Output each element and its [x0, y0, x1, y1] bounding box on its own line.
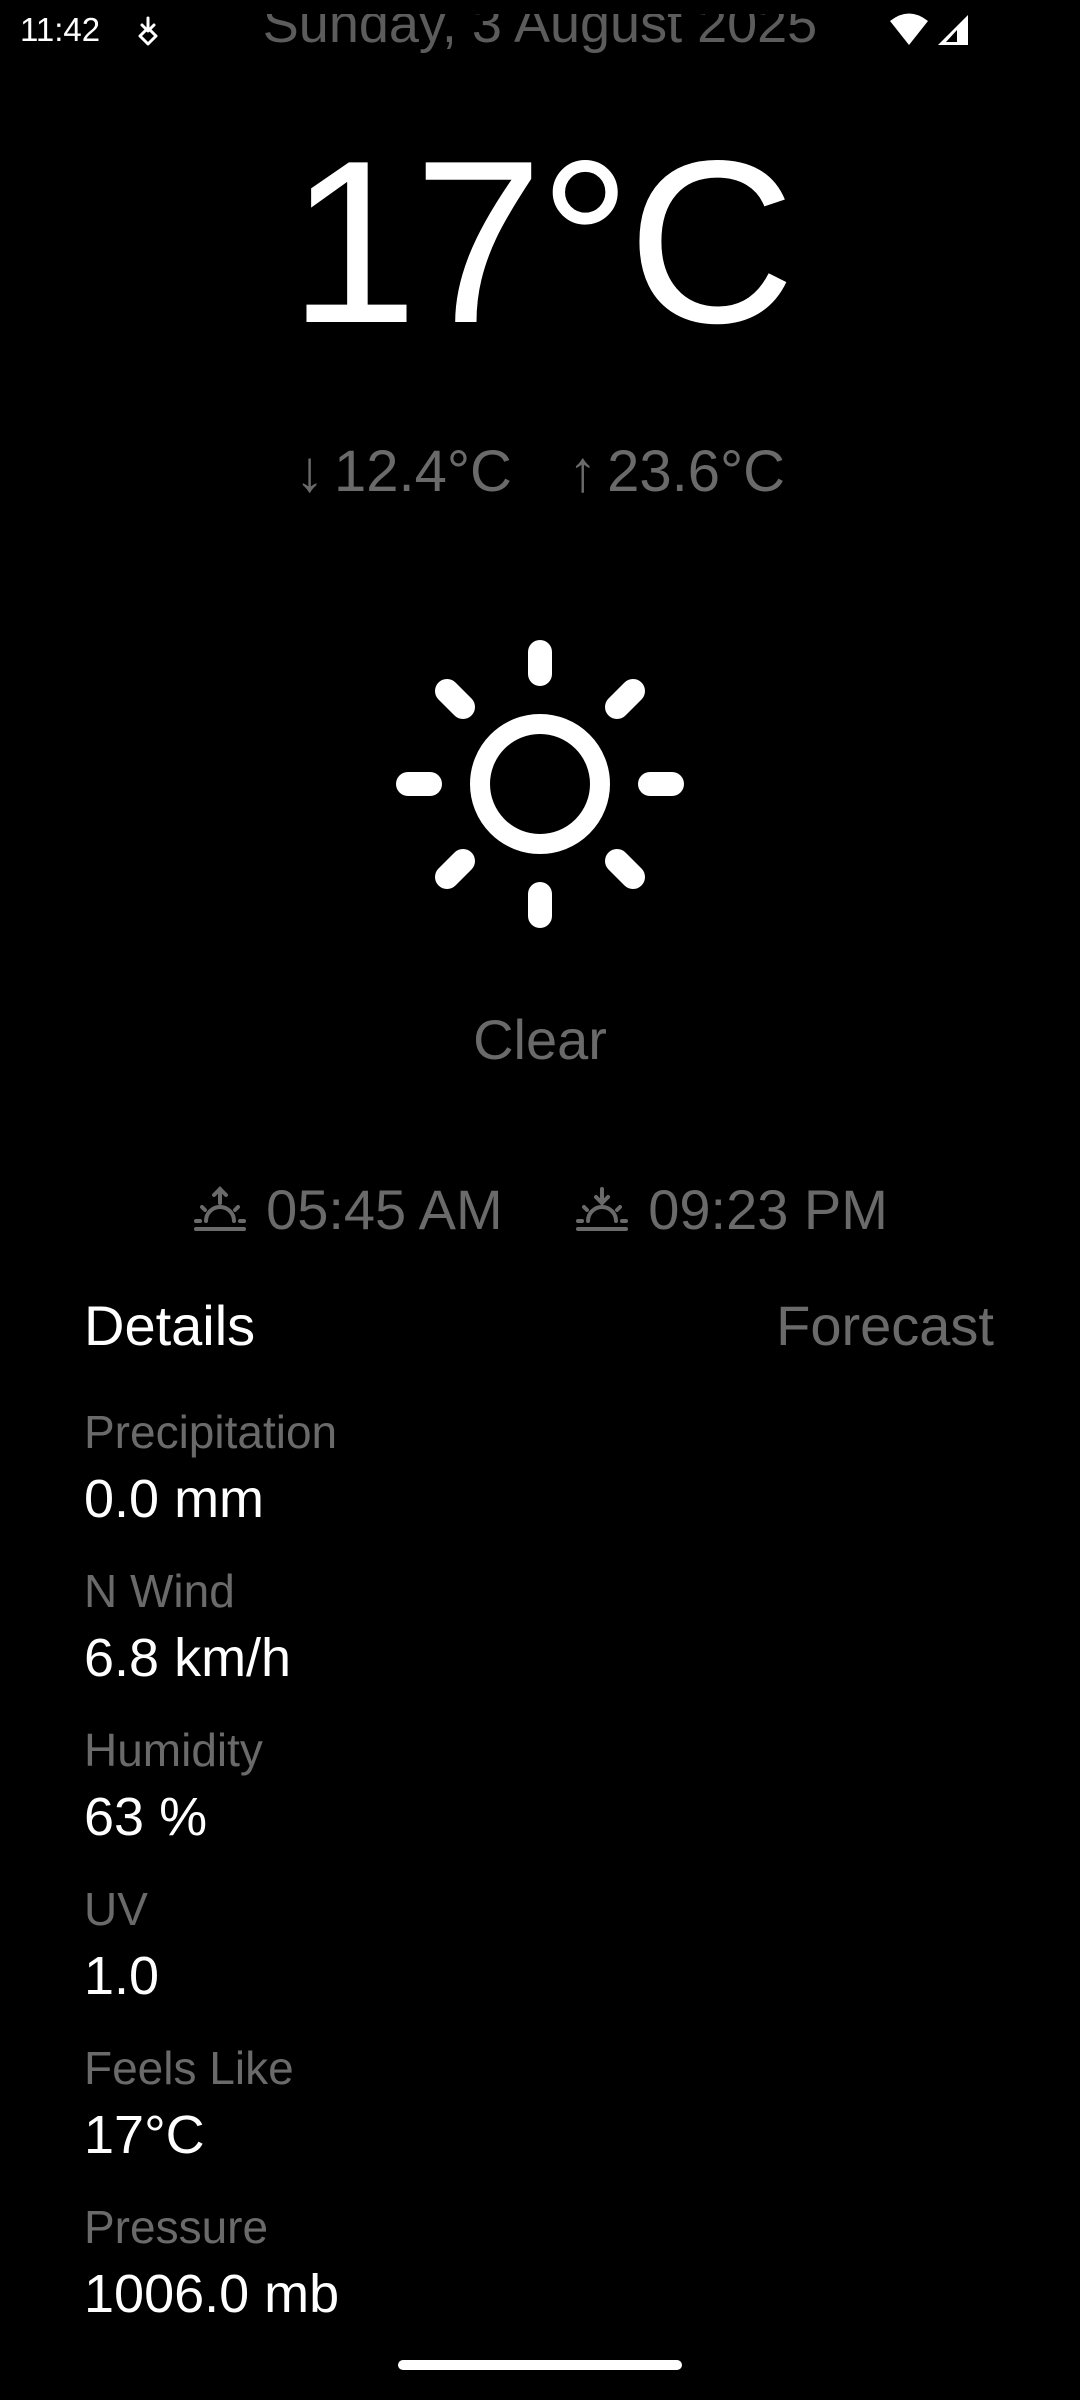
detail-label: UV — [84, 1883, 148, 1935]
detail-wind: N Wind 6.8 km/h — [84, 1561, 984, 1720]
tab-forecast[interactable]: Forecast — [776, 1286, 994, 1366]
sun-icon — [396, 640, 684, 928]
detail-label: Feels Like — [84, 2042, 294, 2094]
min-temperature: ↓ 12.4°C — [294, 439, 512, 504]
arrow-up-icon: ↑ — [568, 439, 598, 504]
detail-label: N Wind — [84, 1565, 235, 1617]
detail-value: 1.0 — [84, 1946, 160, 2006]
detail-pressure: Pressure 1006.0 mb — [84, 2197, 984, 2356]
sunrise: 05:45 AM — [192, 1170, 503, 1250]
detail-label: Precipitation — [84, 1406, 338, 1458]
min-max-temperature: ↓ 12.4°C ↑ 23.6°C — [0, 432, 1080, 512]
detail-label: Humidity — [84, 1724, 263, 1776]
home-indicator[interactable] — [398, 2360, 682, 2370]
sunset: 09:23 PM — [574, 1170, 888, 1250]
detail-label: Pressure — [84, 2201, 269, 2253]
details-list: Precipitation 0.0 mm N Wind 6.8 km/h Hum… — [84, 1402, 984, 2356]
detail-humidity: Humidity 63 % — [84, 1720, 984, 1879]
detail-feels-like: Feels Like 17°C — [84, 2038, 984, 2197]
max-temperature: ↑ 23.6°C — [568, 439, 786, 504]
detail-value: 17°C — [84, 2105, 205, 2165]
condition-label: Clear — [473, 1008, 607, 1071]
detail-value: 6.8 km/h — [84, 1628, 292, 1688]
detail-precipitation: Precipitation 0.0 mm — [84, 1402, 984, 1561]
sun-times: 05:45 AM 09:23 PM — [0, 1166, 1080, 1250]
arrow-down-icon: ↓ — [294, 439, 324, 504]
detail-value: 1006.0 mb — [84, 2264, 340, 2324]
detail-value: 63 % — [84, 1787, 208, 1847]
detail-value: 0.0 mm — [84, 1469, 265, 1529]
detail-uv: UV 1.0 — [84, 1879, 984, 2038]
current-temperature: 17°C — [288, 113, 795, 372]
sunrise-icon — [194, 1186, 247, 1232]
tab-details[interactable]: Details — [84, 1286, 255, 1366]
date-label: Sunday, 3 August 2025 — [262, 14, 818, 54]
sunset-icon — [576, 1187, 629, 1232]
